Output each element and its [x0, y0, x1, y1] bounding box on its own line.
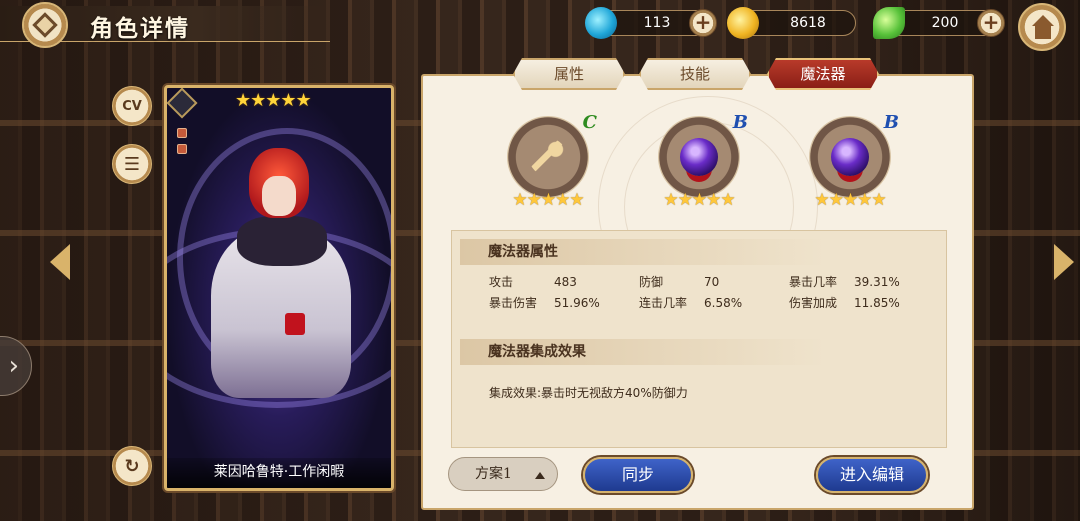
leaf-icon	[873, 7, 905, 39]
stat-label: 连击几率	[639, 296, 688, 310]
chevron-right-icon	[1054, 244, 1074, 280]
back-icon	[32, 12, 58, 38]
stat-label: 攻击	[489, 275, 514, 289]
stat-value: 70	[704, 275, 720, 289]
rotate-icon: ↻	[124, 455, 140, 477]
rank-icon	[167, 88, 198, 119]
enter-edit-button[interactable]: 进入编辑	[816, 457, 928, 493]
back-button[interactable]	[22, 2, 68, 48]
stat-value: 6.58%	[704, 296, 743, 310]
tab-skills[interactable]: 技能	[639, 58, 751, 90]
sync-button[interactable]: 同步	[583, 457, 693, 493]
character-name: 莱因哈鲁特·工作闲暇	[167, 458, 391, 488]
home-button[interactable]	[1018, 3, 1066, 51]
next-character-arrow[interactable]	[1050, 240, 1076, 284]
preset-dropdown[interactable]: 方案1	[448, 457, 558, 491]
stat-label: 防御	[639, 275, 664, 289]
stat-attack: 攻击 483	[489, 273, 577, 290]
chevron-left-icon	[50, 244, 70, 280]
stat-label: 暴击伤害	[489, 296, 538, 310]
attributes-heading: 魔法器属性	[460, 239, 826, 265]
stat-crit-damage: 暴击伤害 51.96%	[489, 294, 600, 311]
stat-value: 39.31%	[854, 275, 900, 289]
stat-label: 暴击几率	[789, 275, 838, 289]
coin-resource: 8618	[727, 7, 856, 39]
home-icon-base	[1035, 26, 1051, 39]
orb-icon	[680, 138, 718, 176]
switch-view-button[interactable]: ↻	[112, 446, 152, 486]
page-title: 角色详情	[90, 15, 190, 42]
tab-magic-device[interactable]: 魔法器	[767, 58, 879, 90]
device-grade: B	[883, 112, 899, 133]
caret-up-icon	[535, 472, 545, 479]
detail-tabs: 属性 技能 魔法器	[513, 58, 883, 92]
coin-icon	[727, 7, 759, 39]
magic-device-2[interactable]: B ★★★★★	[658, 112, 748, 210]
gem-icon	[585, 7, 617, 39]
stat-value: 483	[554, 275, 577, 289]
book-icon: ☰	[123, 153, 141, 175]
stat-crit-rate: 暴击几率 39.31%	[789, 273, 900, 290]
device-grade: B	[732, 112, 748, 133]
key-icon	[529, 138, 567, 176]
chevron-right-icon: ›	[8, 351, 19, 381]
stat-damage-bonus: 伤害加成 11.85%	[789, 294, 900, 311]
orb-icon	[831, 138, 869, 176]
element-icon	[177, 144, 187, 154]
device-stars: ★★★★★	[814, 190, 886, 210]
tab-attributes[interactable]: 属性	[513, 58, 625, 90]
prev-character-arrow[interactable]	[48, 240, 74, 284]
preset-label: 方案1	[475, 466, 512, 482]
effect-description: 集成效果:暴击时无视敌方40%防御力	[489, 386, 688, 400]
character-face	[262, 176, 296, 216]
magic-device-3[interactable]: B ★★★★★	[809, 112, 899, 210]
top-bar: 角色详情 113 + 8618 200 +	[0, 0, 1080, 51]
character-collar	[237, 216, 327, 266]
add-leaf-button[interactable]: +	[977, 9, 1005, 37]
device-grade: C	[582, 112, 597, 133]
gem-resource: 113 +	[585, 7, 717, 39]
coin-count: 8618	[790, 15, 826, 31]
device-stats-box: 魔法器属性 攻击 483 防御 70 暴击几率 39.31% 暴击伤害 51.96% 连…	[451, 230, 947, 448]
device-stars: ★★★★★	[512, 190, 584, 210]
gem-count: 113	[643, 15, 671, 31]
leaf-count: 200	[931, 15, 959, 31]
magic-device-1[interactable]: C ★★★★★	[507, 112, 597, 210]
character-card: ★★★★★ 莱因哈鲁特·工作闲暇	[164, 85, 394, 491]
detail-panel: C ★★★★★ B ★★★★★ B ★★★★★ 魔法器属性 攻击 483 防御 70…	[421, 74, 974, 510]
stat-value: 11.85%	[854, 296, 900, 310]
cv-label: CV	[122, 98, 142, 114]
element-icon	[177, 128, 187, 138]
effect-heading: 魔法器集成效果	[460, 339, 826, 365]
add-gem-button[interactable]: +	[689, 9, 717, 37]
character-belt	[285, 313, 305, 335]
stat-combo-rate: 连击几率 6.58%	[639, 294, 742, 311]
stat-defense: 防御 70	[639, 273, 719, 290]
leaf-resource: 200 +	[873, 7, 1005, 39]
card-stars: ★★★★★	[235, 90, 312, 111]
home-icon	[1032, 15, 1054, 26]
cv-button[interactable]: CV	[112, 86, 152, 126]
device-stars: ★★★★★	[663, 190, 735, 210]
story-button[interactable]: ☰	[112, 144, 152, 184]
stat-value: 51.96%	[554, 296, 600, 310]
stat-label: 伤害加成	[789, 296, 838, 310]
